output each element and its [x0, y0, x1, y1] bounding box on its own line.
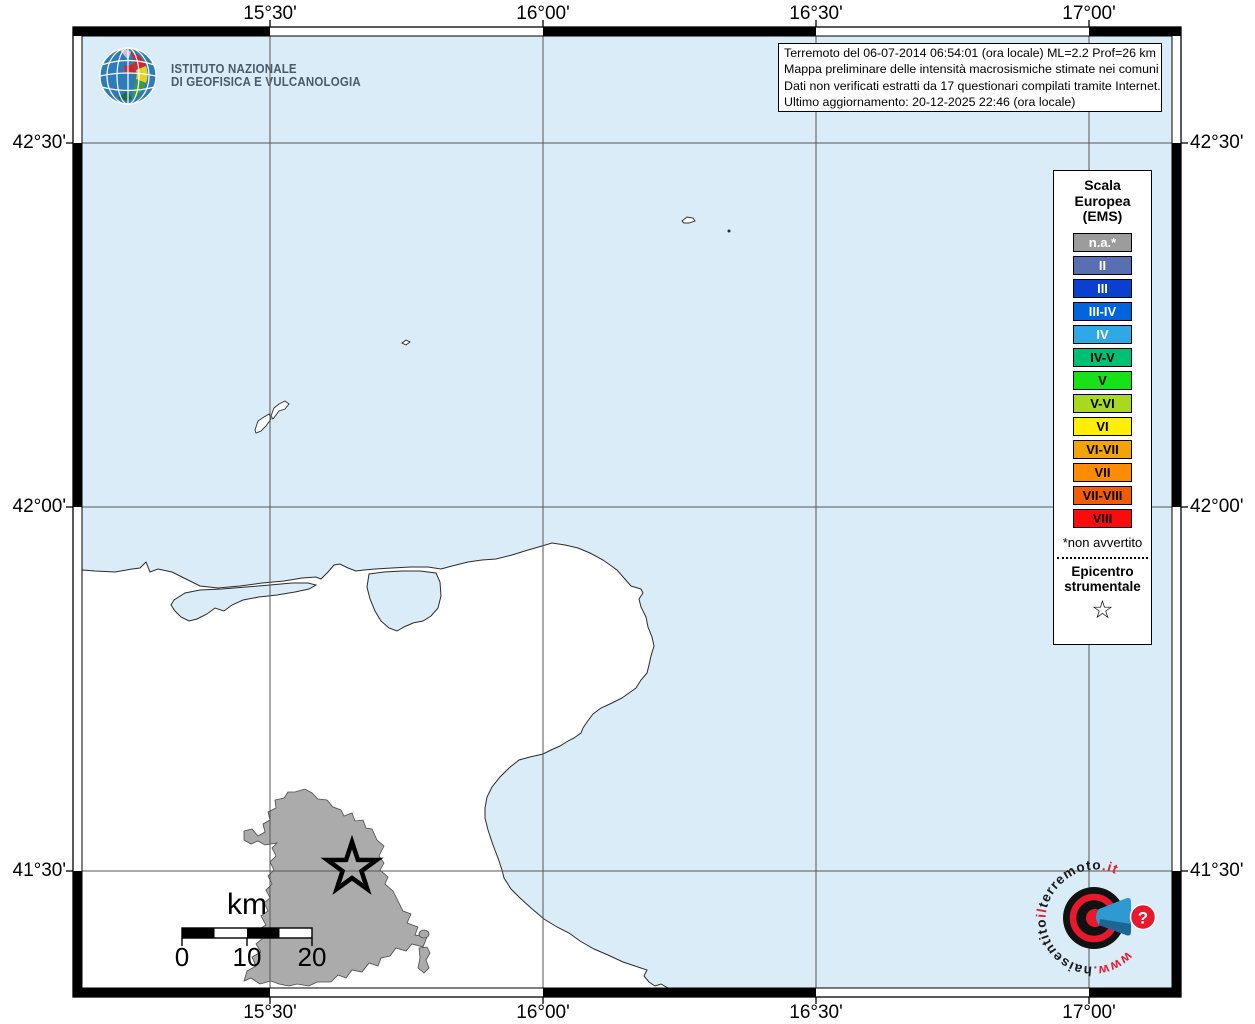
axis-label-top-0: 15°30': [230, 3, 310, 25]
intensity-legend: Scala Europea (EMS) n.a.*IIIIIIII-IVIVIV…: [1053, 170, 1152, 645]
legend-swatch-VII: VII: [1073, 463, 1132, 482]
ingv-globe-icon: [98, 46, 158, 106]
info-line-updated: Ultimo aggiornamento: 20-12-2025 22:46 (…: [784, 94, 1161, 110]
axis-label-bottom-1: 16°00': [503, 1002, 583, 1024]
ingv-name-line1: ISTITUTO NAZIONALE: [171, 63, 361, 77]
legend-divider: [1057, 557, 1148, 559]
axis-label-right-2: 41°30': [1190, 860, 1255, 882]
axis-label-top-3: 17°00': [1049, 3, 1129, 25]
legend-swatch-II: II: [1073, 256, 1132, 275]
legend-epicenter-star-icon: ☆: [1054, 597, 1151, 624]
axis-label-left-1: 42°00': [0, 496, 66, 518]
palagruza-islet: [728, 230, 731, 233]
ingv-name-line2: DI GEOFISICA E VULCANOLOGIA: [171, 76, 361, 90]
info-line-event: Terremoto del 06-07-2014 06:54:01 (ora l…: [784, 45, 1161, 61]
axis-label-left-2: 41°30': [0, 860, 66, 882]
legend-swatch-III: III: [1073, 279, 1132, 298]
legend-epicenter-line2: strumentale: [1054, 579, 1151, 595]
info-line-questionnaires: Dati non verificati estratti da 17 quest…: [784, 78, 1161, 94]
legend-swatch-IV: IV: [1073, 325, 1132, 344]
legend-epicenter-line1: Epicentro: [1054, 564, 1151, 580]
question-mark: ?: [1138, 909, 1148, 928]
municipality-islet-1: [419, 930, 429, 938]
legend-swatch-VII-VIII: VII-VIII: [1073, 486, 1132, 505]
event-info-box: Terremoto del 06-07-2014 06:54:01 (ora l…: [778, 43, 1162, 112]
scale-bar-label-10: 10: [232, 942, 262, 973]
legend-title-line1: Scala: [1054, 178, 1151, 194]
legend-footnote: *non avvertito: [1054, 535, 1151, 550]
legend-swatch-V-VI: V-VI: [1073, 394, 1132, 413]
scale-bar-label-0: 0: [167, 942, 197, 973]
legend-epicenter-label: Epicentro strumentale: [1054, 564, 1151, 595]
axis-label-bottom-0: 15°30': [230, 1002, 310, 1024]
legend-swatch-VI: VI: [1073, 417, 1132, 436]
legend-swatch-n.a.*: n.a.*: [1073, 233, 1132, 252]
axis-label-top-1: 16°00': [503, 3, 583, 25]
axis-label-left-0: 42°30': [0, 132, 66, 154]
scale-bar-unit: km: [216, 888, 278, 922]
legend-swatch-III-IV: III-IV: [1073, 302, 1132, 321]
legend-swatch-VIII: VIII: [1073, 509, 1132, 528]
ingv-name: ISTITUTO NAZIONALE DI GEOFISICA E VULCAN…: [171, 63, 361, 90]
ingv-logo: ISTITUTO NAZIONALE DI GEOFISICA E VULCAN…: [98, 46, 377, 106]
axis-label-right-0: 42°30': [1190, 132, 1255, 154]
axis-label-bottom-3: 17°00': [1049, 1002, 1129, 1024]
legend-title: Scala Europea (EMS): [1054, 171, 1151, 225]
legend-swatch-V: V: [1073, 371, 1132, 390]
legend-title-line3: (EMS): [1054, 209, 1151, 225]
axis-label-top-2: 16°30': [776, 3, 856, 25]
scale-bar-label-20: 20: [297, 942, 327, 973]
axis-label-bottom-2: 16°30': [776, 1002, 856, 1024]
axis-label-right-1: 42°00': [1190, 496, 1255, 518]
legend-items: n.a.*IIIIIIII-IVIVIV-VVV-VIVIVI-VIIVIIVI…: [1054, 233, 1151, 528]
legend-swatch-VI-VII: VI-VII: [1073, 440, 1132, 459]
legend-title-line2: Europea: [1054, 194, 1151, 210]
legend-swatch-IV-V: IV-V: [1073, 348, 1132, 367]
info-line-map-type: Mappa preliminare delle intensità macros…: [784, 61, 1161, 77]
